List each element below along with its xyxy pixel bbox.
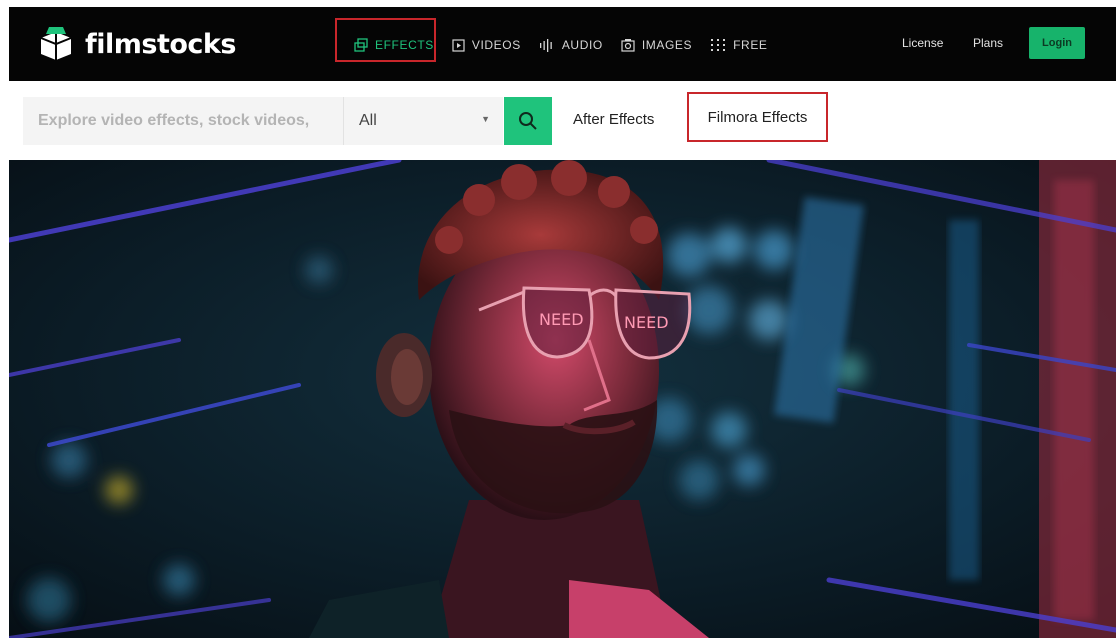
audio-icon [539, 38, 552, 52]
nav-effects[interactable]: EFFECTS [354, 38, 434, 52]
nav-images-label: IMAGES [641, 38, 693, 52]
grid-icon [711, 39, 726, 51]
plans-link[interactable]: Plans [973, 36, 1003, 50]
search-input[interactable] [23, 97, 343, 145]
filmstocks-logo[interactable]: filmstocks [37, 26, 236, 62]
login-button[interactable]: Login [1029, 27, 1085, 59]
logo-text: filmstocks [85, 28, 236, 60]
hero-photo: NEED NEED [9, 160, 1116, 638]
nav-images[interactable]: IMAGES [621, 38, 692, 52]
dropdown-arrow-icon: ▼ [481, 114, 490, 124]
nav-videos[interactable]: VIDEOS [452, 38, 521, 52]
nav-free[interactable]: FREE [710, 38, 767, 52]
hero-image: NEED NEED [9, 160, 1116, 638]
search-button[interactable] [504, 97, 552, 145]
category-select[interactable]: All ▼ [343, 97, 503, 145]
top-navigation-bar: filmstocks EFFECTS VIDEOS AUDIO IMAGES F… [9, 7, 1116, 81]
search-icon [519, 112, 537, 130]
filmora-effects-link[interactable]: Filmora Effects [708, 109, 808, 126]
nav-free-label: FREE [733, 38, 768, 52]
image-icon [621, 39, 635, 52]
filmstocks-logo-icon [40, 27, 72, 60]
category-select-value: All [359, 112, 377, 129]
video-icon [452, 38, 465, 52]
glasses-reflection-left: NEED [539, 310, 584, 329]
after-effects-link[interactable]: After Effects [573, 111, 654, 128]
search-bar-row: All ▼ After Effects Filmora Effects [23, 92, 1116, 145]
filmora-effects-highlight-box: Filmora Effects [687, 92, 828, 142]
nav-audio-label: AUDIO [561, 38, 603, 52]
nav-videos-label: VIDEOS [471, 38, 521, 52]
license-link[interactable]: License [902, 36, 943, 50]
nav-audio[interactable]: AUDIO [539, 38, 603, 52]
effects-icon [354, 38, 368, 52]
glasses-reflection-right: NEED [624, 313, 669, 332]
main-nav: EFFECTS VIDEOS AUDIO IMAGES FREE [354, 34, 786, 56]
nav-effects-label: EFFECTS [375, 38, 434, 52]
